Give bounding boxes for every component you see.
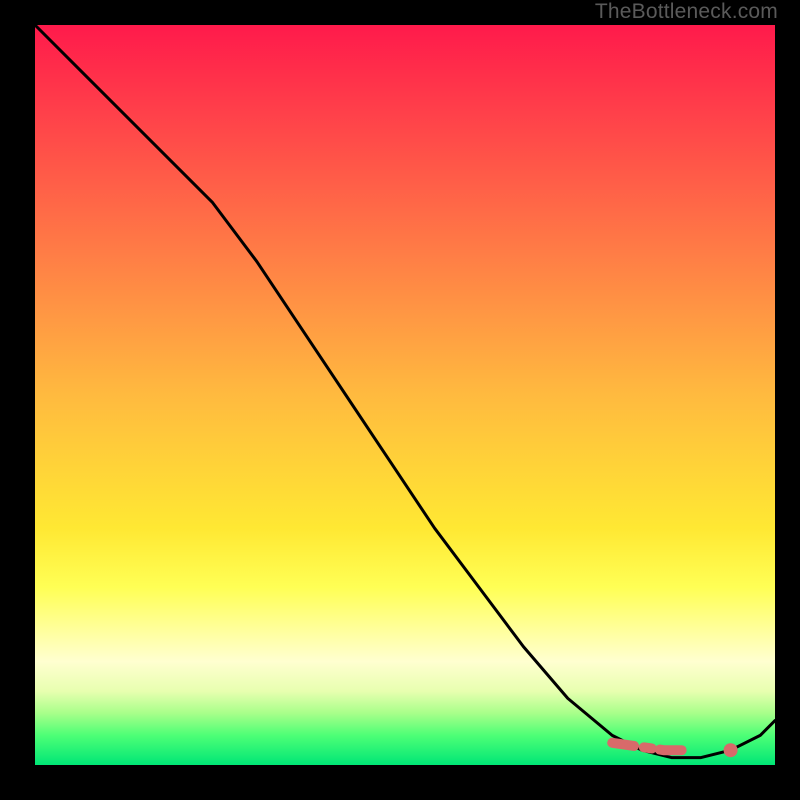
watermark-text: TheBottleneck.com	[595, 0, 778, 24]
chart-frame: TheBottleneck.com	[0, 0, 800, 800]
highlight-smudge	[612, 743, 716, 750]
chart-svg	[35, 25, 775, 765]
plot-area	[35, 25, 775, 765]
marker-dot	[724, 743, 738, 757]
bottleneck-curve	[35, 25, 775, 758]
